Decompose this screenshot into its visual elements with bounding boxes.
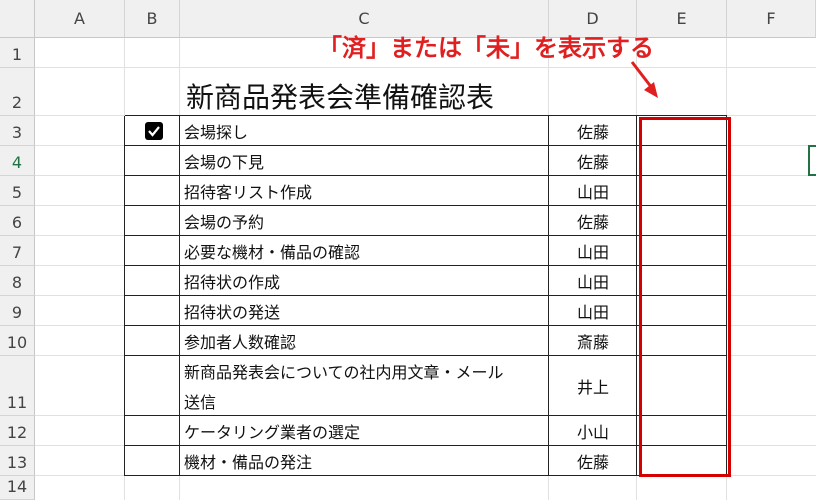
task-cell[interactable]: ケータリング業者の選定 [180, 416, 549, 446]
row-header-14[interactable]: 14 [0, 476, 35, 500]
active-cell-selection[interactable] [808, 145, 816, 176]
row-header-2[interactable]: 2 [0, 68, 35, 116]
task-cell[interactable]: 必要な機材・備品の確認 [180, 236, 549, 266]
column-header-F[interactable]: F [727, 0, 816, 38]
row-header-4[interactable]: 4 [0, 146, 35, 176]
person-cell[interactable]: 山田 [549, 176, 637, 206]
spreadsheet-grid[interactable]: A B C D E F 1 2 3 4 5 6 7 8 9 10 11 12 13 14 会場探し 佐藤 会場の下見 佐藤 招待… [0, 0, 816, 500]
row-header-13[interactable]: 13 [0, 446, 35, 476]
arrow-icon [630, 61, 658, 98]
row-header-8[interactable]: 8 [0, 266, 35, 296]
row-header-3[interactable]: 3 [0, 116, 35, 146]
row-header-5[interactable]: 5 [0, 176, 35, 206]
table-border [124, 116, 125, 476]
column-header-B[interactable]: B [125, 0, 180, 38]
task-cell[interactable]: 招待状の作成 [180, 266, 549, 296]
task-cell[interactable]: 機材・備品の発注 [180, 446, 549, 476]
person-cell[interactable]: 山田 [549, 296, 637, 326]
person-cell[interactable]: 佐藤 [549, 206, 637, 236]
task-text: 新商品発表会についての社内用文章・メール [184, 363, 504, 382]
person-cell[interactable]: 小山 [549, 416, 637, 446]
person-cell[interactable]: 佐藤 [549, 116, 637, 146]
person-cell[interactable]: 井上 [549, 356, 637, 416]
task-cell[interactable]: 招待状の発送 [180, 296, 549, 326]
checkbox-checked[interactable] [145, 122, 163, 140]
task-text-line2: 送信 [184, 393, 217, 412]
person-cell[interactable]: 山田 [549, 266, 637, 296]
task-cell[interactable]: 招待客リスト作成 [180, 176, 549, 206]
select-all-corner[interactable] [0, 0, 35, 38]
highlight-box [639, 117, 731, 477]
row-header-10[interactable]: 10 [0, 326, 35, 356]
row-header-12[interactable]: 12 [0, 416, 35, 446]
person-cell[interactable]: 佐藤 [549, 446, 637, 476]
row-header-11[interactable]: 11 [0, 356, 35, 416]
person-cell[interactable]: 斎藤 [549, 326, 637, 356]
row-header-7[interactable]: 7 [0, 236, 35, 266]
row-header-9[interactable]: 9 [0, 296, 35, 326]
person-cell[interactable]: 山田 [549, 236, 637, 266]
task-cell[interactable]: 会場探し [180, 116, 549, 146]
task-cell[interactable]: 会場の下見 [180, 146, 549, 176]
task-cell[interactable]: 会場の予約 [180, 206, 549, 236]
row-gridline [35, 67, 816, 68]
task-cell[interactable]: 新商品発表会についての社内用文章・メール 送信 [180, 356, 549, 416]
row-header-6[interactable]: 6 [0, 206, 35, 236]
row-header-1[interactable]: 1 [0, 38, 35, 68]
task-cell[interactable]: 参加者人数確認 [180, 326, 549, 356]
person-cell[interactable]: 佐藤 [549, 146, 637, 176]
sheet-title: 新商品発表会準備確認表 [186, 81, 495, 114]
column-header-A[interactable]: A [35, 0, 125, 38]
callout-annotation: 「済」または「未」を表示する [318, 34, 654, 62]
checkmark-icon [148, 126, 160, 137]
